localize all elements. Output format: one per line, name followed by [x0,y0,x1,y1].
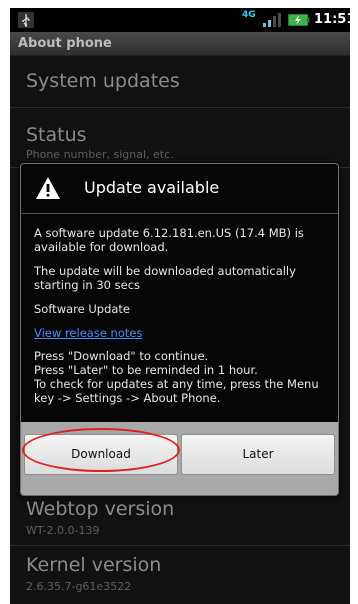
signal-strength-icon [263,13,281,27]
later-button[interactable]: Later [181,434,335,475]
list-item-title: System updates [26,70,180,92]
list-item-system-updates[interactable]: System updates [10,56,350,108]
phone-screen: 4G 11:51 About phone System updates [10,8,350,604]
software-update-label: Software Update [34,302,130,316]
instructions-line-2: Press "Later" to be reminded in 1 hour. [34,363,258,377]
list-item-subtitle: 2.6.35.7-g61e3522 [26,580,132,593]
screenshot-frame: 4G 11:51 About phone System updates [0,0,358,604]
network-type-label: 4G [242,10,256,20]
title-bar: About phone [10,32,350,56]
warning-icon [36,177,60,199]
instructions-text: Press "Download" to continue. Press "Lat… [34,349,334,405]
list-item-title: Kernel version [26,554,162,576]
instructions-line-3: To check for updates at any time, press … [34,377,319,405]
instructions-line-1: Press "Download" to continue. [34,349,209,363]
dialog-header: Update available [21,164,338,214]
battery-charging-icon [288,14,310,26]
dialog-body: A software update 6.12.181.en.US (17.4 M… [34,226,334,405]
list-item-webtop-version[interactable]: Webtop version WT-2.0.0-139 [10,490,350,546]
update-message: A software update 6.12.181.en.US (17.4 M… [34,226,304,254]
highlight-ring [22,428,180,472]
list-item-kernel-version[interactable]: Kernel version 2.6.35.7-g61e3522 [10,546,350,604]
list-item-title: Webtop version [26,498,175,520]
page-title: About phone [18,36,112,51]
release-notes-link[interactable]: View release notes [34,326,334,340]
list-item-title: Status [26,124,87,146]
auto-download-notice: The update will be downloaded automatica… [34,264,296,292]
clock: 11:51 [314,12,350,27]
list-item-subtitle: WT-2.0.0-139 [26,524,100,537]
list-item-subtitle: Phone number, signal, etc. [26,148,174,161]
list-item-status[interactable]: Status Phone number, signal, etc. [10,108,350,168]
status-bar: 4G 11:51 [10,8,350,32]
dialog-title: Update available [84,178,220,197]
usb-icon [18,12,34,28]
